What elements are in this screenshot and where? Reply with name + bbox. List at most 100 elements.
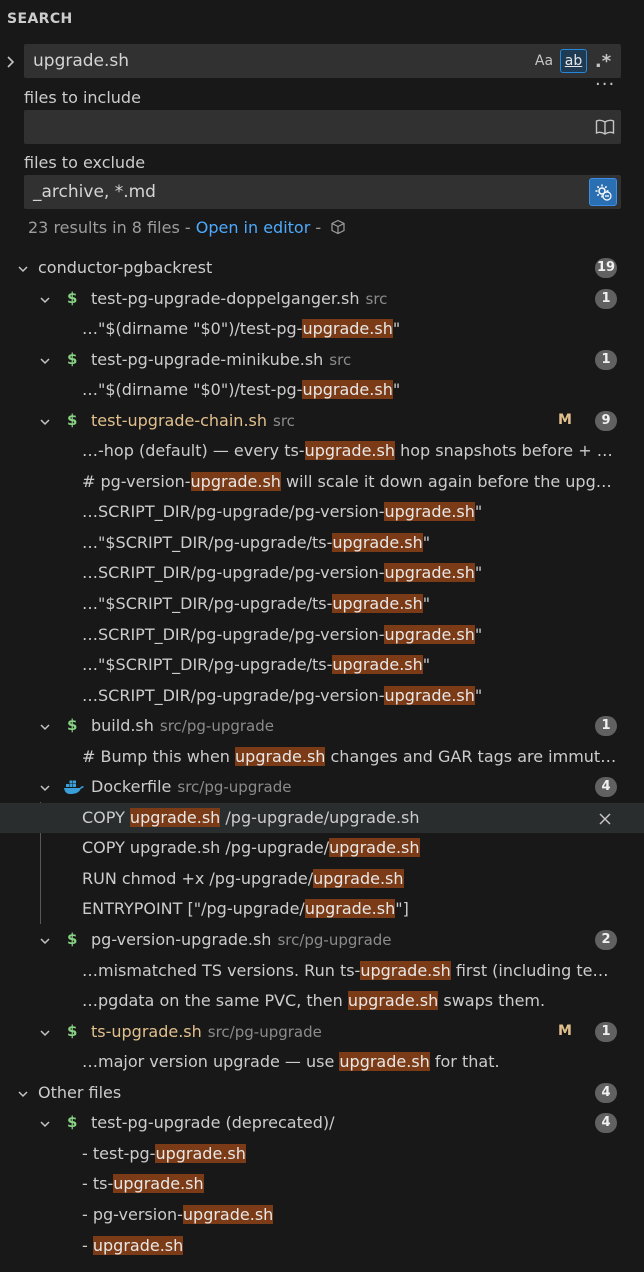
- match-row[interactable]: …major version upgrade — use upgrade.sh …: [0, 1047, 644, 1078]
- match-highlight: upgrade.sh: [190, 471, 281, 491]
- folder-name: conductor-pgbackrest: [38, 258, 213, 277]
- match-context: …"$(dirname "$0")/test-pg-: [82, 380, 303, 400]
- match-row[interactable]: …"$SCRIPT_DIR/pg-upgrade/ts-upgrade.sh": [0, 650, 644, 681]
- result-count-badge: 4: [595, 1082, 617, 1103]
- match-row[interactable]: …pgdata on the same PVC, then upgrade.sh…: [0, 986, 644, 1017]
- file-name: test-upgrade-chain.sh src: [91, 411, 295, 430]
- file-row[interactable]: $ ts-upgrade.sh src/pg-upgrade M 1: [0, 1017, 644, 1048]
- result-count-badge: 2: [595, 930, 617, 951]
- match-text: …mismatched TS versions. Run ts-upgrade.…: [82, 960, 609, 980]
- match-highlight: upgrade.sh: [302, 380, 393, 400]
- match-whole-word-toggle[interactable]: ab: [560, 49, 587, 73]
- match-text: COPY upgrade.sh /pg-upgrade/upgrade.sh: [82, 838, 420, 858]
- match-highlight: upgrade.sh: [329, 838, 420, 858]
- folder-row[interactable]: conductor-pgbackrest 19: [0, 253, 644, 284]
- match-context: ": [392, 319, 401, 339]
- file-row[interactable]: $ test-upgrade-chain.sh src M 9: [0, 406, 644, 437]
- chevron-down-icon[interactable]: [38, 1025, 52, 1039]
- match-row[interactable]: COPY upgrade.sh /pg-upgrade/upgrade.sh: [0, 802, 644, 834]
- match-text: - test-pg-upgrade.sh: [82, 1143, 246, 1163]
- chevron-down-icon[interactable]: [38, 719, 52, 733]
- match-row[interactable]: …"$(dirname "$0")/test-pg-upgrade.sh": [0, 375, 644, 406]
- collapse-cube-icon[interactable]: [330, 219, 346, 239]
- match-row[interactable]: …-hop (default) — every ts-upgrade.sh ho…: [0, 436, 644, 467]
- file-name: build.sh src/pg-upgrade: [91, 716, 274, 735]
- shell-file-icon: $: [67, 349, 78, 368]
- match-text: - ts-upgrade.sh: [82, 1174, 204, 1194]
- chevron-down-icon[interactable]: [38, 292, 52, 306]
- match-row[interactable]: …SCRIPT_DIR/pg-upgrade/pg-version-upgrad…: [0, 681, 644, 712]
- search-input[interactable]: upgrade.sh Aa ab .*: [24, 44, 621, 78]
- match-row[interactable]: …mismatched TS versions. Run ts-upgrade.…: [0, 956, 644, 987]
- chevron-down-icon[interactable]: [38, 1116, 52, 1130]
- file-row[interactable]: $ build.sh src/pg-upgrade 1: [0, 711, 644, 742]
- file-label: pg-version-upgrade.sh: [91, 930, 272, 950]
- match-text: # pg-version-upgrade.sh will scale it do…: [82, 471, 612, 491]
- chevron-down-icon[interactable]: [38, 933, 52, 947]
- match-text: …"$SCRIPT_DIR/pg-upgrade/ts-upgrade.sh": [82, 594, 430, 614]
- match-row[interactable]: - ts-upgrade.sh: [0, 1169, 644, 1200]
- files-include-input[interactable]: [24, 110, 621, 144]
- file-row[interactable]: $ test-pg-upgrade-minikube.sh src 1: [0, 345, 644, 376]
- chevron-down-icon[interactable]: [38, 414, 52, 428]
- use-exclude-settings-gear-icon[interactable]: [589, 178, 617, 206]
- match-text: …"$SCRIPT_DIR/pg-upgrade/ts-upgrade.sh": [82, 655, 430, 675]
- file-name: test-pg-upgrade (deprecated)/: [91, 1113, 334, 1132]
- files-exclude-input[interactable]: _archive, *.md: [24, 175, 621, 209]
- chevron-down-icon[interactable]: [38, 353, 52, 367]
- match-context: ": [474, 502, 483, 522]
- toggle-replace-chevron-icon[interactable]: [4, 52, 18, 72]
- file-label: test-pg-upgrade-doppelganger.sh: [91, 288, 360, 308]
- more-options-icon[interactable]: ···: [595, 76, 615, 94]
- result-count-badge: 1: [595, 1021, 617, 1042]
- use-regex-toggle[interactable]: .*: [591, 49, 615, 73]
- match-row[interactable]: - pg-version-upgrade.sh: [0, 1200, 644, 1231]
- file-label: test-pg-upgrade (deprecated)/: [91, 1113, 335, 1133]
- match-row[interactable]: RUN chmod +x /pg-upgrade/upgrade.sh: [0, 864, 644, 895]
- chevron-down-icon[interactable]: [16, 1086, 30, 1100]
- match-row[interactable]: …SCRIPT_DIR/pg-upgrade/pg-version-upgrad…: [0, 558, 644, 589]
- match-row[interactable]: …"$SCRIPT_DIR/pg-upgrade/ts-upgrade.sh": [0, 589, 644, 620]
- match-context: …SCRIPT_DIR/pg-upgrade/pg-version-: [82, 624, 385, 644]
- chevron-down-icon[interactable]: [38, 780, 52, 794]
- match-highlight: upgrade.sh: [182, 1204, 274, 1224]
- files-exclude-value[interactable]: _archive, *.md: [33, 182, 156, 202]
- open-in-editor-link[interactable]: Open in editor: [196, 218, 311, 237]
- shell-file-icon: $: [67, 1113, 78, 1132]
- match-row[interactable]: …"$(dirname "$0")/test-pg-upgrade.sh": [0, 314, 644, 345]
- files-exclude-label: files to exclude: [24, 153, 146, 172]
- file-row[interactable]: $ test-pg-upgrade-doppelganger.sh src 1: [0, 284, 644, 315]
- match-row[interactable]: # Bump this when upgrade.sh changes and …: [0, 742, 644, 773]
- file-row[interactable]: Dockerfile src/pg-upgrade 4: [0, 772, 644, 803]
- match-text: ENTRYPOINT ["/pg-upgrade/upgrade.sh"]: [82, 899, 409, 919]
- search-query[interactable]: upgrade.sh: [33, 51, 129, 71]
- match-row[interactable]: ENTRYPOINT ["/pg-upgrade/upgrade.sh"]: [0, 894, 644, 925]
- dismiss-match-close-icon[interactable]: [598, 811, 612, 825]
- match-context: - ts-: [82, 1174, 114, 1194]
- match-context: COPY upgrade.sh /pg-upgrade/: [82, 838, 330, 858]
- match-row[interactable]: …SCRIPT_DIR/pg-upgrade/pg-version-upgrad…: [0, 620, 644, 651]
- match-text: - upgrade.sh: [82, 1235, 184, 1255]
- match-text: …"$SCRIPT_DIR/pg-upgrade/ts-upgrade.sh": [82, 532, 430, 552]
- match-row[interactable]: - test-pg-upgrade.sh: [0, 1139, 644, 1170]
- match-context: # pg-version-: [82, 471, 191, 491]
- file-row[interactable]: $ pg-version-upgrade.sh src/pg-upgrade 2: [0, 925, 644, 956]
- file-name: Dockerfile src/pg-upgrade: [91, 777, 291, 796]
- result-count-badge: 4: [595, 777, 617, 798]
- match-context: …"$SCRIPT_DIR/pg-upgrade/ts-: [82, 594, 333, 614]
- chevron-down-icon[interactable]: [16, 261, 30, 275]
- panel-title: SEARCH: [7, 11, 73, 27]
- result-count-badge: 1: [595, 349, 617, 370]
- shell-file-icon: $: [67, 1021, 78, 1040]
- file-row[interactable]: $ test-pg-upgrade (deprecated)/ 4: [0, 1108, 644, 1139]
- match-context: first (including te…: [450, 960, 609, 980]
- folder-row[interactable]: Other files 4: [0, 1078, 644, 1109]
- match-row[interactable]: - upgrade.sh: [0, 1231, 644, 1262]
- open-editors-book-icon[interactable]: [595, 118, 615, 136]
- match-row[interactable]: …SCRIPT_DIR/pg-upgrade/pg-version-upgrad…: [0, 497, 644, 528]
- match-row[interactable]: …"$SCRIPT_DIR/pg-upgrade/ts-upgrade.sh": [0, 528, 644, 559]
- match-row[interactable]: # pg-version-upgrade.sh will scale it do…: [0, 467, 644, 498]
- match-case-toggle[interactable]: Aa: [531, 49, 557, 73]
- file-path: src: [329, 350, 352, 369]
- match-row[interactable]: COPY upgrade.sh /pg-upgrade/upgrade.sh: [0, 833, 644, 864]
